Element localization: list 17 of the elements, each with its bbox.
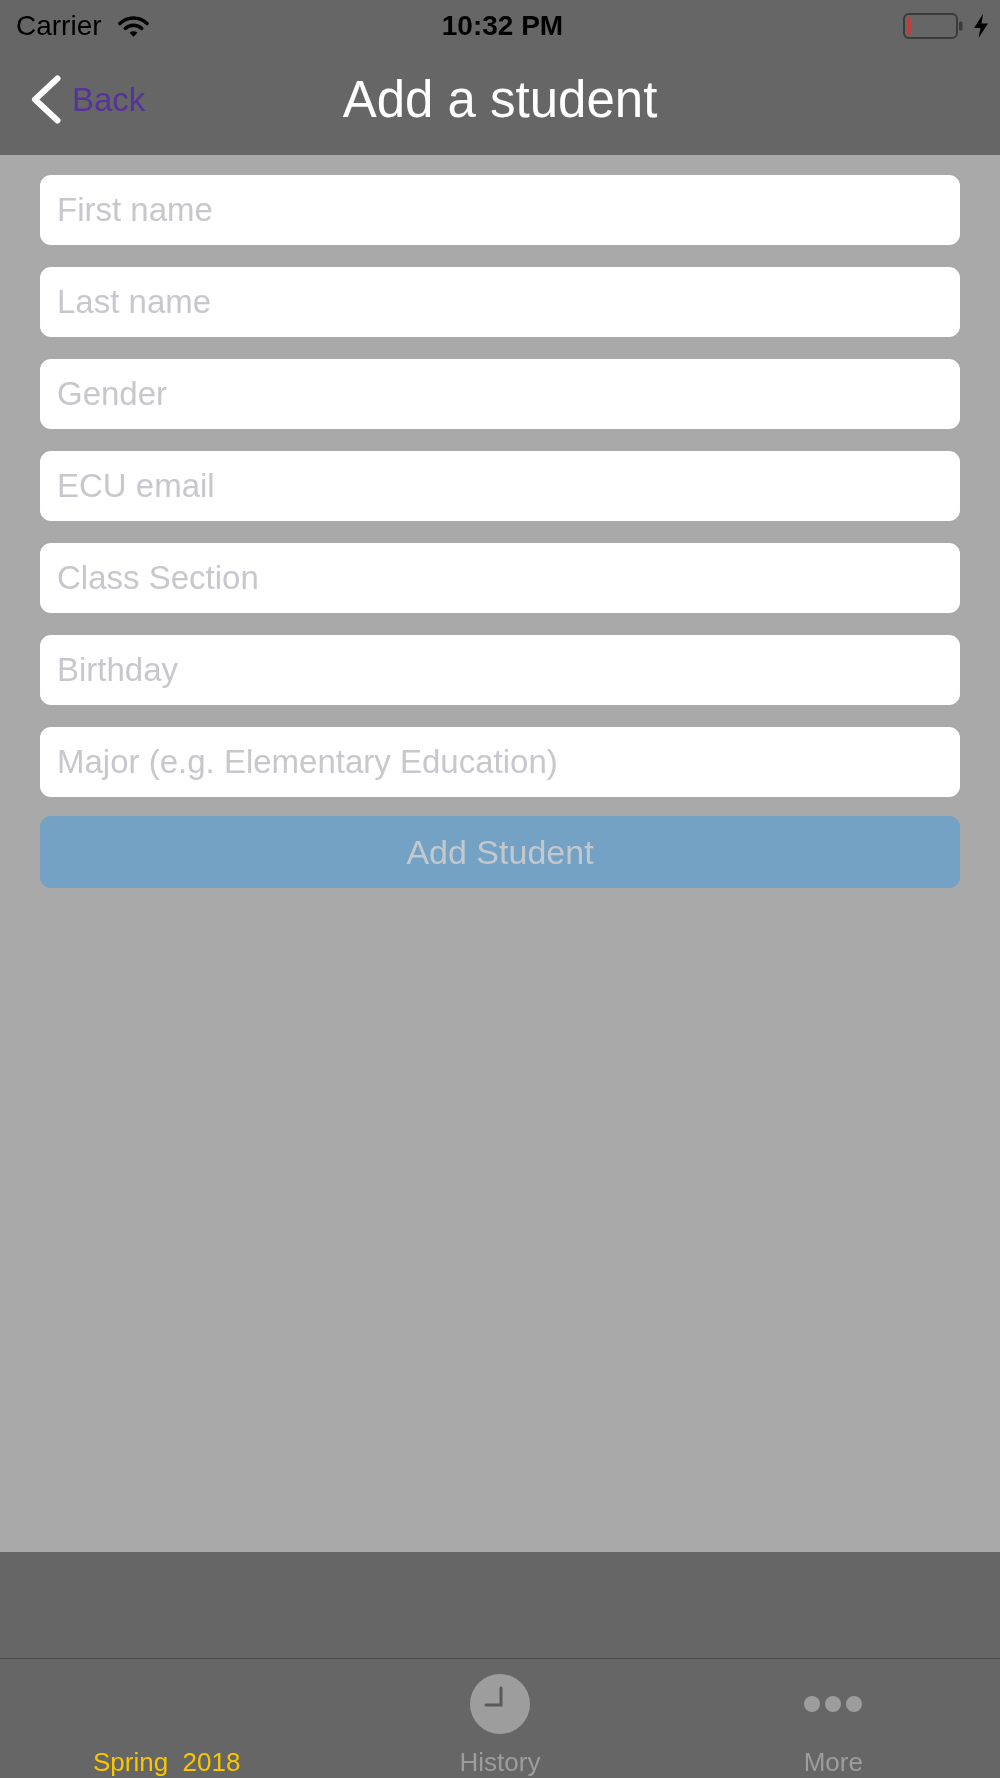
screen-title: Add a student (342, 70, 658, 129)
text-field[interactable]: Birthday (40, 635, 960, 705)
wifi-icon (117, 14, 149, 38)
text-field[interactable]: Gender (40, 359, 960, 429)
clock-time: 10:32 PM (441, 10, 564, 42)
battery-icon (903, 13, 963, 39)
tab-bar-item[interactable]: Spring 2018 (0, 1659, 334, 1778)
more-dots-icon (804, 1696, 863, 1712)
text-field[interactable]: Class Section (40, 543, 960, 613)
lightning-bolt-icon (973, 14, 989, 38)
text-field[interactable]: ECU email (40, 451, 960, 521)
text-field[interactable]: First name (40, 175, 960, 245)
chevron-left-icon (31, 75, 61, 124)
text-field[interactable]: Last name (40, 267, 960, 337)
clock-icon (470, 1674, 530, 1734)
text-field[interactable]: Major (e.g. Elementary Education) (40, 727, 960, 797)
carrier-label: Carrier (16, 10, 102, 42)
